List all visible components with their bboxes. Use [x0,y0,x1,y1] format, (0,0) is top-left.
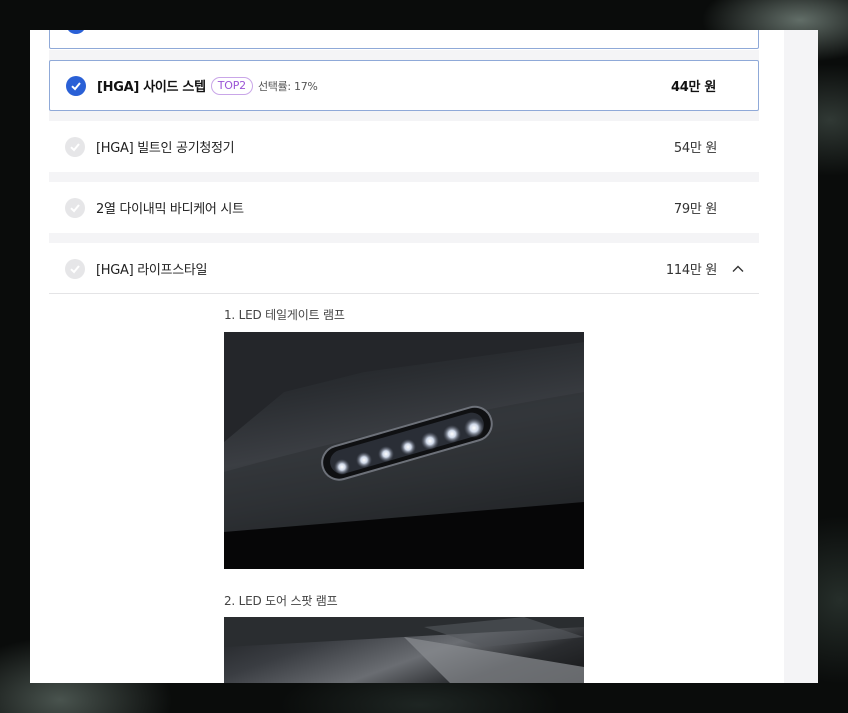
option-row-side-step[interactable]: [HGA] 사이드 스텝 TOP2 선택률: 17% 44만 원 [49,60,759,111]
option-row-top[interactable] [49,30,759,49]
option-price: 54만 원 [673,141,717,156]
chevron-up-icon[interactable] [731,262,745,276]
detail-title: 1. LED 테일게이트 램프 [224,308,345,322]
option-name: [HGA] 라이프스타일 [96,263,208,278]
detail-title: 2. LED 도어 스팟 램프 [224,594,338,608]
unchecked-icon [65,258,85,279]
option-row-bodycare-seat[interactable]: 2열 다이내믹 바디케어 시트 79만 원 [49,182,759,233]
option-name: [HGA] 빌트인 공기청정기 [96,141,235,156]
option-page: [HGA] 사이드 스텝 TOP2 선택률: 17% 44만 원 [HGA] 빌… [30,30,818,683]
option-price: 114만 원 [665,263,717,278]
separator [49,172,759,182]
option-price: 44만 원 [670,80,716,95]
option-name: 2열 다이내믹 바디케어 시트 [96,202,244,217]
unchecked-icon [65,197,85,218]
led-tailgate-lamp-photo [224,332,584,569]
checked-icon [66,75,86,96]
option-price: 79만 원 [673,202,717,217]
option-row-air-purifier[interactable]: [HGA] 빌트인 공기청정기 54만 원 [49,121,759,172]
unchecked-icon [65,136,85,157]
led-door-spot-lamp-photo [224,617,584,683]
option-row-lifestyle[interactable]: [HGA] 라이프스타일 114만 원 [49,243,759,294]
separator [49,233,759,243]
selection-rate: 선택률: 17% [257,79,318,93]
option-name: [HGA] 사이드 스텝 [97,80,206,95]
lifestyle-detail-panel: 1. LED 테일게이트 램프 2. LED 도어 스팟 램프 [49,293,759,683]
top-badge: TOP2 [210,76,253,95]
checked-icon [66,30,86,34]
scrollbar-track[interactable] [784,30,818,683]
